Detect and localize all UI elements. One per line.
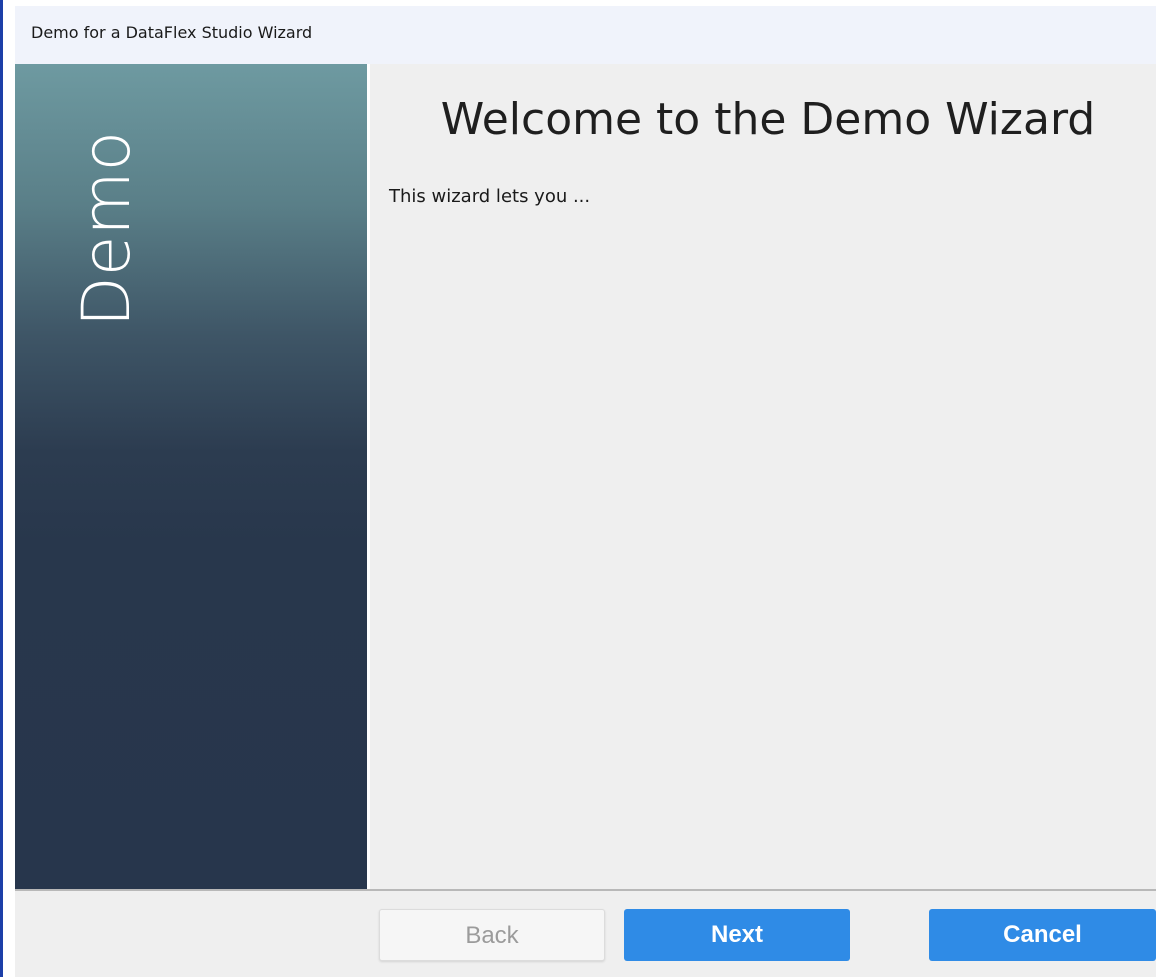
window-title: Demo for a DataFlex Studio Wizard xyxy=(31,23,313,42)
title-bar[interactable]: Demo for a DataFlex Studio Wizard xyxy=(15,6,1156,64)
wizard-window: Demo for a DataFlex Studio Wizard Demo W… xyxy=(0,0,1156,977)
window-left-edge-inner xyxy=(3,0,15,977)
wizard-footer: Back Next Cancel xyxy=(15,891,1156,977)
cancel-button[interactable]: Cancel xyxy=(929,909,1156,961)
back-button[interactable]: Back xyxy=(379,909,605,961)
side-banner-text: Demo xyxy=(68,130,145,328)
window-left-edge xyxy=(0,0,15,977)
next-button[interactable]: Next xyxy=(624,909,850,961)
page-title: Welcome to the Demo Wizard xyxy=(440,94,1096,145)
page-description: This wizard lets you ... xyxy=(389,186,591,207)
wizard-side-banner: Demo xyxy=(15,64,367,890)
wizard-page-content: Welcome to the Demo Wizard This wizard l… xyxy=(370,64,1156,890)
